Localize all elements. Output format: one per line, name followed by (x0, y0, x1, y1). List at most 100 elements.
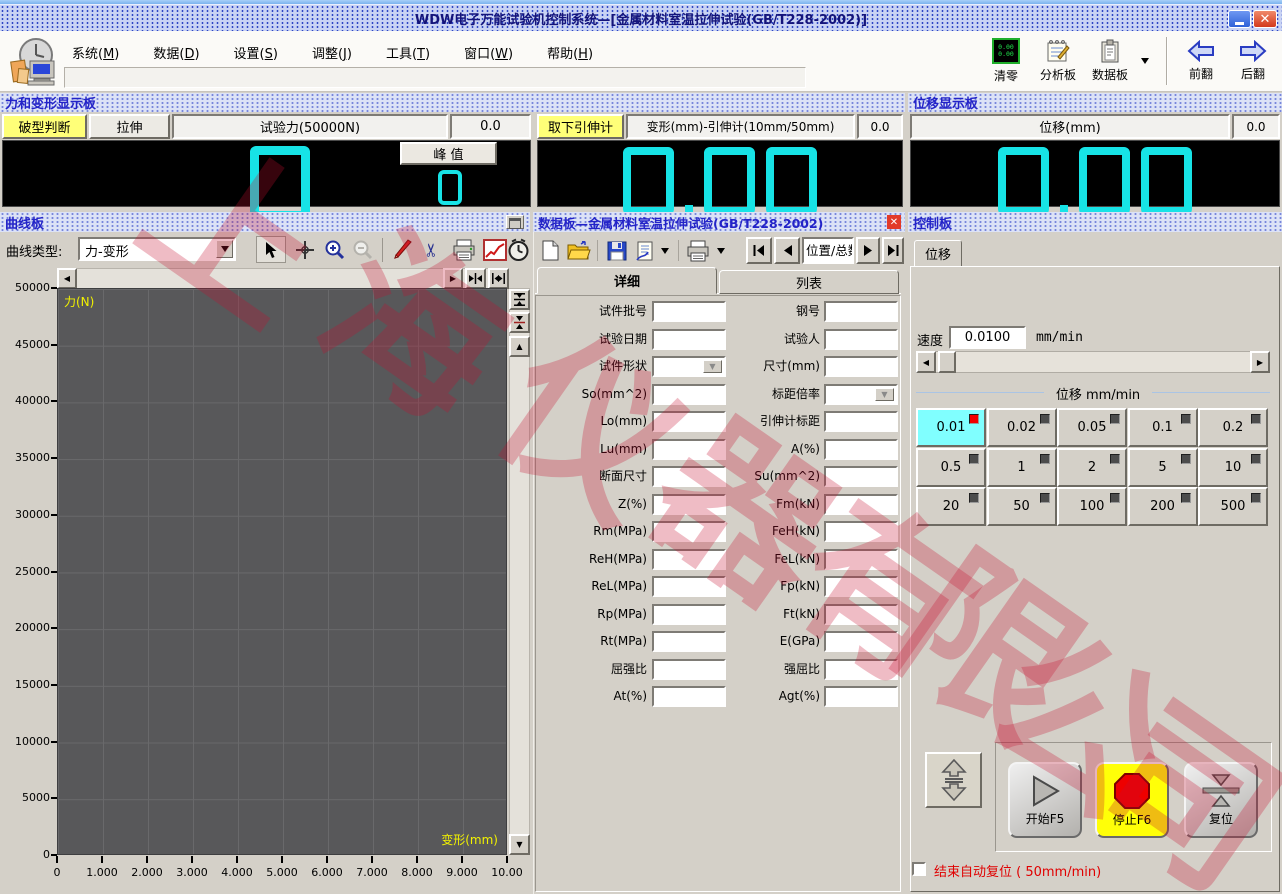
minimize-button[interactable] (1228, 10, 1251, 28)
reset-button[interactable]: 复位 (1184, 762, 1258, 838)
tab-detail[interactable]: 详细 (537, 267, 717, 294)
hscroll-left-button[interactable]: ◀ (57, 268, 77, 289)
menu-item[interactable]: 系统(M) (68, 41, 123, 64)
zoom-in-tool-button[interactable] (322, 236, 348, 263)
field-input[interactable] (824, 438, 898, 460)
clear-zero-button[interactable]: 0.00 0.00 清零 (984, 35, 1028, 87)
toolbar-dropdown-button[interactable] (1136, 53, 1154, 69)
speed-slider-track[interactable] (916, 351, 1270, 373)
cursor-tool-button[interactable] (256, 236, 286, 263)
chart-vscrollbar[interactable] (509, 288, 530, 855)
field-input[interactable] (824, 328, 898, 350)
nav-next-button[interactable] (856, 237, 880, 264)
slider-right-button[interactable]: ▶ (1250, 351, 1270, 373)
menu-item[interactable]: 工具(T) (382, 41, 434, 64)
menu-item[interactable]: 设置(S) (230, 41, 282, 64)
field-input[interactable] (824, 521, 898, 542)
print-data-button[interactable] (684, 238, 712, 263)
stop-button[interactable]: 停止F6 (1095, 762, 1169, 838)
page-prev-button[interactable]: 前翻 (1178, 35, 1224, 87)
field-input[interactable] (824, 548, 898, 570)
print-dropdown-button[interactable] (714, 244, 728, 258)
slider-thumb[interactable] (938, 351, 956, 373)
chart-hscrollbar[interactable] (57, 268, 509, 289)
field-input[interactable] (824, 356, 898, 377)
speed-button-0.01[interactable]: 0.01 (916, 408, 986, 447)
nav-last-button[interactable] (882, 237, 904, 264)
page-next-button[interactable]: 后翻 (1230, 35, 1276, 87)
tensile-button[interactable]: 拉伸 (89, 114, 170, 139)
speed-button-1[interactable]: 1 (986, 447, 1057, 487)
speed-button-500[interactable]: 500 (1198, 487, 1268, 526)
speed-button-2[interactable]: 2 (1057, 447, 1127, 487)
nav-first-button[interactable] (746, 237, 772, 264)
nav-prev-button[interactable] (774, 237, 800, 264)
vscroll-down-button[interactable]: ▼ (509, 834, 530, 855)
speed-button-100[interactable]: 100 (1057, 487, 1127, 526)
tab-list[interactable]: 列表 (719, 270, 899, 294)
zoom-out-tool-button[interactable] (350, 236, 376, 263)
menu-item[interactable]: 数据(D) (149, 41, 203, 64)
title-bar[interactable]: WDW电子万能试验机控制系统—[金属材料室温拉伸试验(GB/T228-2002)… (0, 4, 1282, 31)
extensometer-remove-button[interactable]: 取下引伸计 (537, 114, 624, 139)
hscroll-right-button[interactable]: ▶ (443, 268, 463, 289)
export-dropdown-button[interactable] (658, 244, 672, 258)
jog-updown-button[interactable] (925, 752, 982, 808)
field-input[interactable] (824, 576, 898, 597)
field-input[interactable] (824, 493, 898, 515)
curve-type-dropdown-icon[interactable] (216, 240, 233, 258)
slider-left-button[interactable]: ◀ (916, 351, 936, 373)
fit-width-button[interactable] (488, 268, 509, 289)
pen-tool-button[interactable] (390, 236, 416, 263)
speed-button-20[interactable]: 20 (916, 487, 986, 526)
save-button[interactable] (604, 238, 629, 263)
speed-button-5[interactable]: 5 (1127, 447, 1198, 487)
fit-vertical-button[interactable] (509, 289, 530, 310)
menu-item[interactable]: 调整(J) (308, 41, 356, 64)
print-curve-button[interactable] (450, 236, 478, 263)
menu-item[interactable]: 帮助(H) (543, 41, 597, 64)
speed-button-50[interactable]: 50 (986, 487, 1057, 526)
peak-button[interactable]: 峰 值 (400, 142, 497, 165)
data-board-button[interactable]: 数据板 (1086, 35, 1134, 87)
field-input[interactable] (824, 301, 898, 322)
tab-displacement[interactable]: 位移 (914, 240, 962, 267)
break-judge-button[interactable]: 破型判断 (2, 114, 87, 139)
speed-button-200[interactable]: 200 (1127, 487, 1198, 526)
analysis-board-button[interactable]: 分析板 (1032, 35, 1084, 87)
open-file-button[interactable] (566, 238, 592, 263)
menu-item[interactable]: 窗口(W) (460, 41, 517, 64)
field-input[interactable] (824, 603, 898, 625)
fit-height-button[interactable] (509, 312, 530, 333)
timer-button[interactable] (506, 236, 531, 263)
start-button[interactable]: 开始F5 (1008, 762, 1082, 838)
speed-button-0.5[interactable]: 0.5 (916, 447, 986, 487)
close-button[interactable]: ✕ (1253, 10, 1277, 28)
vscroll-up-button[interactable]: ▲ (509, 336, 530, 357)
speed-button-0.1[interactable]: 0.1 (1127, 408, 1198, 447)
field-input[interactable] (824, 411, 898, 432)
auto-reset-checkbox[interactable] (912, 862, 926, 876)
new-file-button[interactable] (538, 238, 562, 263)
speed-button-0.2[interactable]: 0.2 (1198, 408, 1268, 447)
crosshair-tool-button[interactable] (292, 236, 318, 263)
export-report-button[interactable] (632, 238, 657, 263)
speed-input[interactable]: 0.0100 (949, 326, 1026, 349)
speed-button-0.02[interactable]: 0.02 (986, 408, 1057, 447)
combo-dropdown-icon[interactable]: ▼ (875, 387, 894, 401)
data-panel-close-icon[interactable]: ✕ (887, 215, 901, 229)
chart-plot-area[interactable]: 力(N) 变形(mm) (57, 288, 507, 855)
speed-button-10[interactable]: 10 (1198, 447, 1268, 487)
field-input[interactable] (824, 466, 898, 487)
field-input[interactable] (824, 631, 898, 652)
curve-type-select[interactable]: 力-变形 (78, 237, 236, 261)
curve-chart-button[interactable] (482, 236, 508, 263)
scissors-tool-button[interactable]: ✂ (420, 236, 446, 263)
field-input[interactable]: ▼ (824, 383, 898, 405)
speed-button-0.05[interactable]: 0.05 (1057, 408, 1127, 447)
restore-icon[interactable] (506, 215, 524, 229)
field-input[interactable] (824, 686, 898, 707)
fit-horizontal-button[interactable] (465, 268, 486, 289)
report-icon (635, 241, 652, 260)
field-input[interactable] (824, 658, 898, 680)
